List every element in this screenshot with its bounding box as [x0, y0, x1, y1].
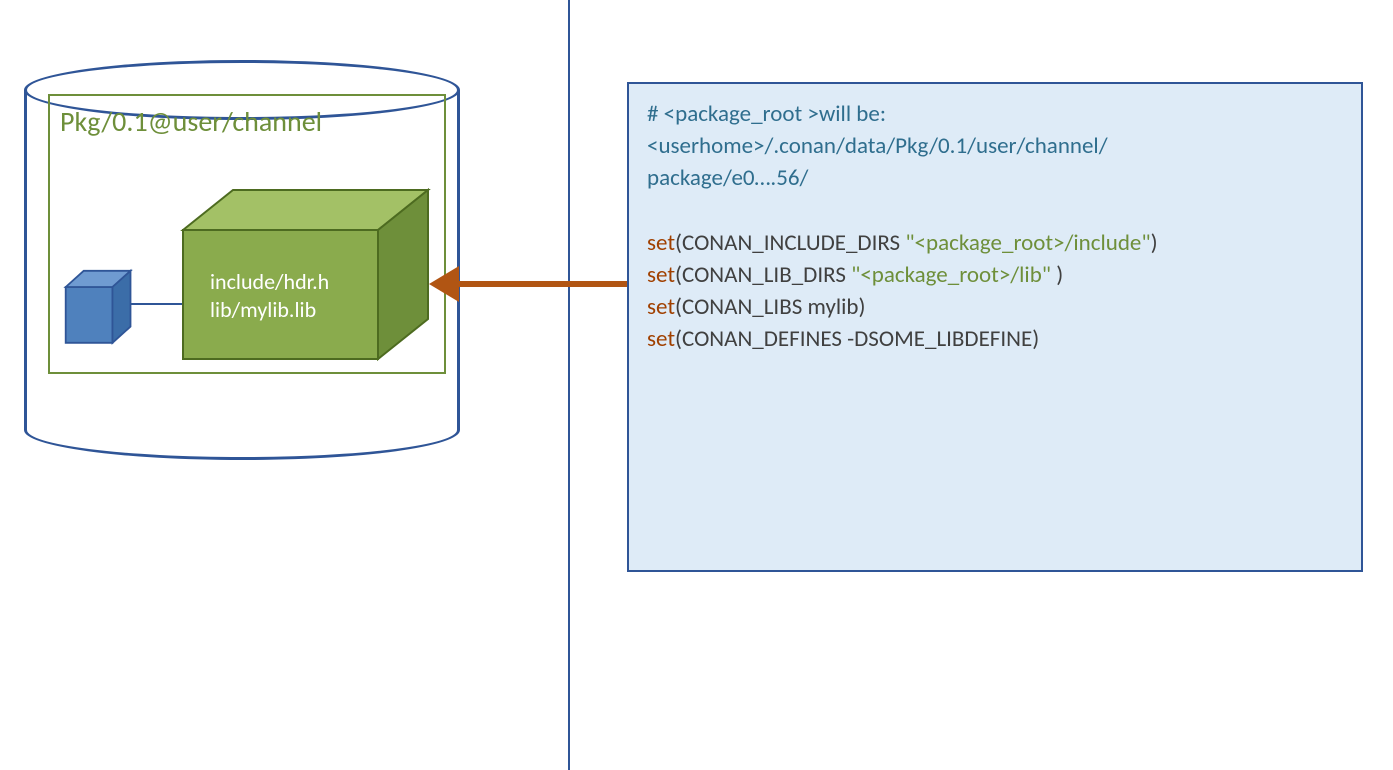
comment-line-3: package/e0….56/ — [647, 162, 1343, 194]
code-line-3: set(CONAN_LIBS mylib) — [647, 291, 1343, 323]
arrow-head-icon — [429, 266, 459, 302]
code-line-4: set(CONAN_DEFINES -DSOME_LIBDEFINE) — [647, 323, 1343, 355]
arrow-line — [455, 281, 630, 287]
comment-line-2: <userhome>/.conan/data/Pkg/0.1/user/chan… — [647, 130, 1343, 162]
package-reference: Pkg/0.1@user/channel — [60, 104, 322, 139]
file-line-2: lib/mylib.lib — [210, 296, 329, 324]
cmake-code-panel: # <package_root >will be: <userhome>/.co… — [627, 82, 1363, 572]
code-line-2: set(CONAN_LIB_DIRS "<package_root>/lib" … — [647, 259, 1343, 291]
code-line-1: set(CONAN_INCLUDE_DIRS "<package_root>/i… — [647, 227, 1343, 259]
vertical-divider — [568, 0, 570, 770]
recipe-cube-icon — [56, 260, 151, 350]
package-contents: include/hdr.h lib/mylib.lib — [210, 268, 329, 323]
file-line-1: include/hdr.h — [210, 268, 329, 296]
comment-line-1: # <package_root >will be: — [647, 98, 1343, 130]
